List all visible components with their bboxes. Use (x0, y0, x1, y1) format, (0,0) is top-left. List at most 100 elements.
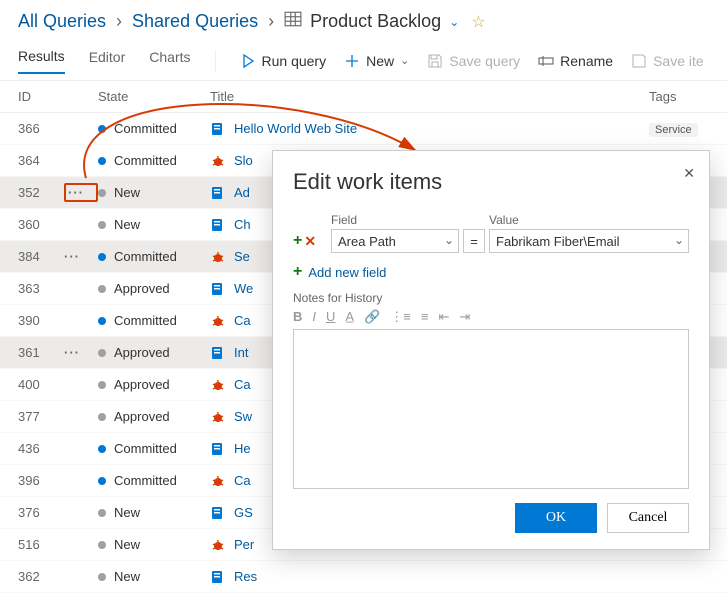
field-header-label: Field (331, 213, 459, 227)
bullet-list-icon[interactable]: ⋮≡ (390, 309, 411, 325)
bug-icon (210, 409, 226, 425)
field-dropdown[interactable]: Area Path (331, 229, 459, 253)
cell-state: New (98, 505, 210, 520)
number-list-icon[interactable]: ≡ (421, 309, 429, 325)
save-items-button: Save ite (631, 53, 704, 69)
save-query-button: Save query (427, 53, 520, 69)
cell-id: 384 (18, 249, 64, 264)
play-icon (240, 53, 256, 69)
cell-title[interactable]: Res (210, 569, 649, 585)
link-icon[interactable]: 🔗 (364, 309, 380, 325)
cell-state: New (98, 537, 210, 552)
cell-id: 361 (18, 345, 64, 360)
state-dot-icon (98, 573, 106, 581)
notes-textarea[interactable] (293, 329, 689, 489)
row-actions-icon[interactable]: ··· (64, 183, 98, 202)
separator (215, 50, 216, 72)
cell-state: Approved (98, 345, 210, 360)
cell-id: 516 (18, 537, 64, 552)
state-dot-icon (98, 541, 106, 549)
add-new-field-label: Add new field (308, 265, 386, 280)
notes-label: Notes for History (293, 291, 689, 305)
chevron-down-icon: ⌄ (400, 54, 409, 67)
tab-bar: Results Editor Charts Run query New ⌄ Sa… (0, 41, 727, 81)
bug-icon (210, 249, 226, 265)
cell-id: 376 (18, 505, 64, 520)
bug-icon (210, 473, 226, 489)
dialog-title: Edit work items (293, 169, 689, 195)
close-button[interactable]: ✕ (683, 165, 695, 182)
state-dot-icon (98, 189, 106, 197)
italic-icon[interactable]: I (312, 309, 316, 325)
new-button[interactable]: New ⌄ (344, 53, 409, 69)
tab-charts[interactable]: Charts (149, 49, 190, 73)
table-row[interactable]: 366CommittedHello World Web SiteService (0, 113, 727, 145)
underline-icon[interactable]: U (326, 309, 335, 325)
state-dot-icon (98, 477, 106, 485)
breadcrumb-current[interactable]: Product Backlog (310, 11, 441, 32)
work-item-icon (210, 345, 226, 361)
state-dot-icon (98, 445, 106, 453)
value-dropdown[interactable]: Fabrikam Fiber\Email (489, 229, 689, 253)
state-dot-icon (98, 317, 106, 325)
state-dot-icon (98, 381, 106, 389)
outdent-icon[interactable]: ⇤ (438, 309, 449, 325)
work-item-icon (210, 505, 226, 521)
indent-icon[interactable]: ⇥ (459, 309, 470, 325)
run-query-button[interactable]: Run query (240, 53, 327, 69)
ok-button[interactable]: OK (515, 503, 597, 533)
save-query-label: Save query (449, 53, 520, 69)
cell-state: Committed (98, 153, 210, 168)
cell-state: Approved (98, 409, 210, 424)
cell-id: 363 (18, 281, 64, 296)
bug-icon (210, 313, 226, 329)
cell-id: 396 (18, 473, 64, 488)
save-icon (427, 53, 443, 69)
work-item-icon (210, 185, 226, 201)
run-query-label: Run query (262, 53, 327, 69)
cell-id: 364 (18, 153, 64, 168)
work-item-icon (210, 569, 226, 585)
tab-results[interactable]: Results (18, 48, 65, 74)
rename-button[interactable]: Rename (538, 53, 613, 69)
favorite-star-icon[interactable]: ☆ (471, 12, 485, 32)
col-state[interactable]: State (98, 89, 210, 104)
state-dot-icon (98, 285, 106, 293)
col-tags[interactable]: Tags (649, 89, 709, 104)
breadcrumb-shared[interactable]: Shared Queries (132, 11, 258, 32)
work-item-icon (210, 217, 226, 233)
col-id[interactable]: ID (18, 89, 64, 104)
save-items-label: Save ite (653, 53, 704, 69)
cell-id: 436 (18, 441, 64, 456)
chevron-down-icon[interactable]: ⌄ (449, 15, 459, 29)
rename-icon (538, 53, 554, 69)
tag-chip[interactable]: Service (649, 123, 698, 137)
table-header: ID State Title Tags (0, 81, 727, 113)
font-size-icon[interactable]: A̲ (345, 309, 354, 325)
row-actions-icon[interactable]: ··· (64, 249, 98, 264)
cancel-button[interactable]: Cancel (607, 503, 689, 533)
plus-icon: + (293, 263, 302, 281)
table-row[interactable]: 362NewRes (0, 561, 727, 593)
rich-text-toolbar: B I U A̲ 🔗 ⋮≡ ≡ ⇤ ⇥ (293, 305, 689, 329)
state-dot-icon (98, 157, 106, 165)
col-title[interactable]: Title (210, 89, 649, 104)
add-row-icon[interactable]: + (293, 232, 302, 250)
work-item-icon (210, 441, 226, 457)
cell-state: Approved (98, 281, 210, 296)
edit-work-items-dialog: ✕ Edit work items Field Value + ✕ Area P… (272, 150, 710, 550)
tab-editor[interactable]: Editor (89, 49, 126, 73)
row-actions-icon[interactable]: ··· (64, 345, 98, 360)
bug-icon (210, 537, 226, 553)
state-dot-icon (98, 125, 106, 133)
cell-title[interactable]: Hello World Web Site (210, 121, 649, 137)
add-new-field-link[interactable]: + Add new field (293, 263, 689, 281)
cell-state: Approved (98, 377, 210, 392)
bold-icon[interactable]: B (293, 309, 302, 325)
remove-row-icon[interactable]: ✕ (304, 233, 316, 250)
state-dot-icon (98, 349, 106, 357)
operator-box[interactable]: = (463, 229, 485, 253)
breadcrumb-root[interactable]: All Queries (18, 11, 106, 32)
state-dot-icon (98, 509, 106, 517)
cell-id: 352 (18, 185, 64, 200)
